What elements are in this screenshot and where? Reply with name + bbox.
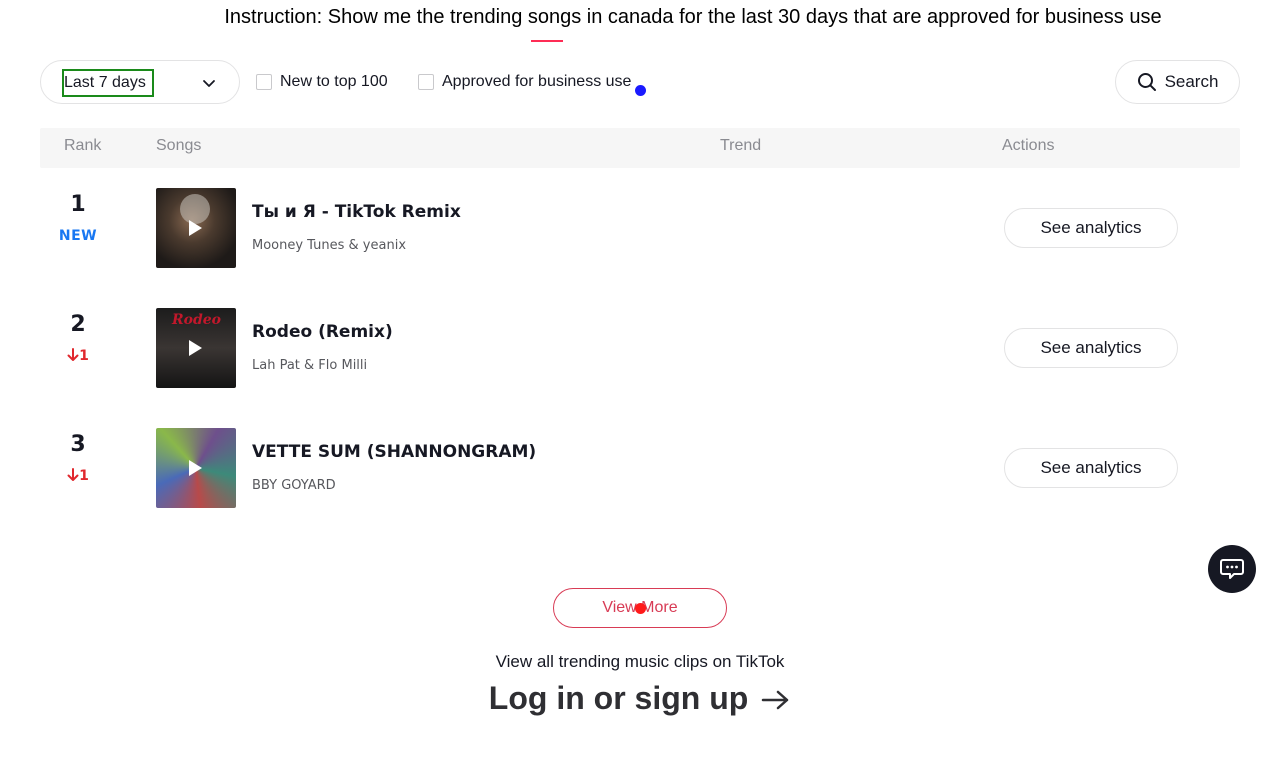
play-icon bbox=[189, 460, 202, 476]
chat-icon bbox=[1220, 559, 1244, 579]
see-analytics-button[interactable]: See analytics bbox=[1004, 448, 1178, 488]
song-title[interactable]: Rodeo (Remix) bbox=[252, 322, 393, 342]
header-trend: Trend bbox=[720, 137, 762, 154]
chat-support-button[interactable] bbox=[1208, 545, 1256, 593]
song-artist: Lah Pat & Flo Milli bbox=[252, 358, 368, 373]
login-signup-label: Log in or sign up bbox=[488, 680, 749, 716]
song-title[interactable]: Ты и Я - TikTok Remix bbox=[252, 202, 461, 222]
header-songs: Songs bbox=[156, 137, 202, 154]
song-title[interactable]: VETTE SUM (SHANNONGRAM) bbox=[252, 442, 536, 462]
instruction-text: Instruction: Show me the trending songs … bbox=[224, 6, 1162, 28]
accent-underline bbox=[531, 40, 563, 42]
rank-number: 1 bbox=[70, 192, 86, 217]
period-select-value: Last 7 days bbox=[62, 69, 154, 97]
cursor-marker-red bbox=[635, 603, 646, 614]
table-row: 1 NEW Ты и Я - TikTok Remix Mooney Tunes… bbox=[40, 168, 1240, 288]
play-icon bbox=[189, 340, 202, 356]
chevron-down-icon bbox=[203, 80, 215, 87]
table-row: 2 1 Rodeo Rodeo (Remix) Lah Pat & Flo Mi… bbox=[40, 288, 1240, 408]
search-button[interactable]: Search bbox=[1115, 60, 1240, 104]
see-analytics-button[interactable]: See analytics bbox=[1004, 208, 1178, 248]
song-artist: Mooney Tunes & yeanix bbox=[252, 238, 407, 253]
approved-for-business-checkbox[interactable] bbox=[418, 74, 434, 90]
song-cover[interactable]: Rodeo bbox=[156, 308, 236, 388]
arrow-down-icon bbox=[67, 468, 79, 481]
new-to-top-100-checkbox[interactable] bbox=[256, 74, 272, 90]
header-actions: Actions bbox=[1002, 137, 1055, 154]
rank-change: 1 bbox=[40, 348, 116, 364]
song-artist: BBY GOYARD bbox=[252, 478, 336, 493]
play-icon bbox=[189, 220, 202, 236]
arrow-down-icon bbox=[67, 348, 79, 361]
new-to-top-100-label[interactable]: New to top 100 bbox=[280, 72, 388, 92]
see-analytics-button[interactable]: See analytics bbox=[1004, 328, 1178, 368]
footer-text: View all trending music clips on TikTok bbox=[495, 652, 785, 671]
table-header: Rank Songs Trend Actions bbox=[40, 128, 1240, 168]
arrow-right-icon bbox=[761, 690, 789, 710]
approved-for-business-label[interactable]: Approved for business use bbox=[442, 72, 631, 92]
rank-number: 2 bbox=[70, 312, 86, 337]
table-row: 3 1 VETTE SUM (SHANNONGRAM) BBY GOYARD S… bbox=[40, 408, 1240, 528]
rank-change-value: 1 bbox=[79, 468, 89, 484]
search-button-label: Search bbox=[1164, 72, 1219, 91]
rank-number: 3 bbox=[70, 432, 86, 457]
rank-change-value: 1 bbox=[79, 348, 89, 364]
new-badge: NEW bbox=[58, 228, 98, 244]
login-signup-link[interactable]: Log in or sign up bbox=[0, 680, 1280, 717]
cursor-marker-blue bbox=[635, 85, 646, 96]
search-icon bbox=[1137, 73, 1156, 91]
header-rank: Rank bbox=[64, 137, 102, 154]
period-select[interactable]: Last 7 days bbox=[40, 60, 240, 104]
rank-change: 1 bbox=[40, 468, 116, 484]
song-cover[interactable] bbox=[156, 428, 236, 508]
song-cover[interactable] bbox=[156, 188, 236, 268]
